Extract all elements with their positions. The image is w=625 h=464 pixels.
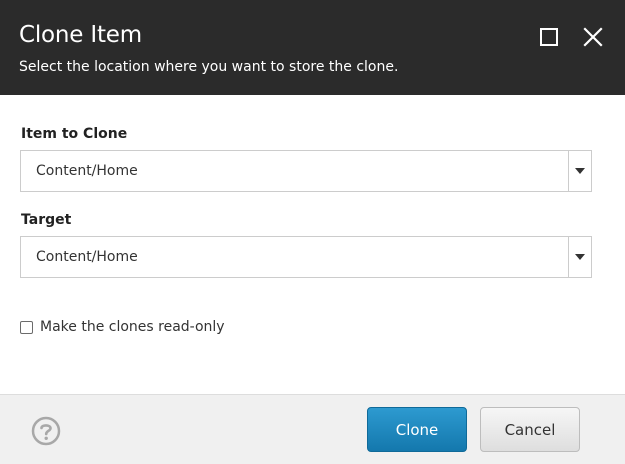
close-button[interactable] <box>580 24 606 50</box>
readonly-option[interactable]: Make the clones read-only <box>20 318 225 336</box>
help-button[interactable] <box>31 416 61 446</box>
item-to-clone-dropdown-button[interactable] <box>568 151 591 191</box>
caret-down-icon <box>575 168 585 174</box>
help-icon <box>31 416 61 446</box>
cancel-button[interactable]: Cancel <box>480 407 580 452</box>
dialog-subtitle: Select the location where you want to st… <box>19 59 399 75</box>
readonly-label: Make the clones read-only <box>40 319 225 335</box>
target-value: Content/Home <box>36 249 138 265</box>
target-select[interactable]: Content/Home <box>20 236 592 278</box>
target-label: Target <box>21 212 72 228</box>
readonly-checkbox[interactable] <box>20 320 33 334</box>
maximize-icon <box>540 28 558 46</box>
caret-down-icon <box>575 254 585 260</box>
dialog-title: Clone Item <box>19 22 142 48</box>
clone-button[interactable]: Clone <box>367 407 467 452</box>
target-dropdown-button[interactable] <box>568 237 591 277</box>
dialog-footer: Clone Cancel <box>0 394 625 464</box>
maximize-button[interactable] <box>536 24 562 50</box>
item-to-clone-select[interactable]: Content/Home <box>20 150 592 192</box>
item-to-clone-value: Content/Home <box>36 163 138 179</box>
item-to-clone-label: Item to Clone <box>21 126 128 142</box>
close-icon <box>583 27 603 47</box>
dialog-header: Clone Item Select the location where you… <box>0 0 625 95</box>
